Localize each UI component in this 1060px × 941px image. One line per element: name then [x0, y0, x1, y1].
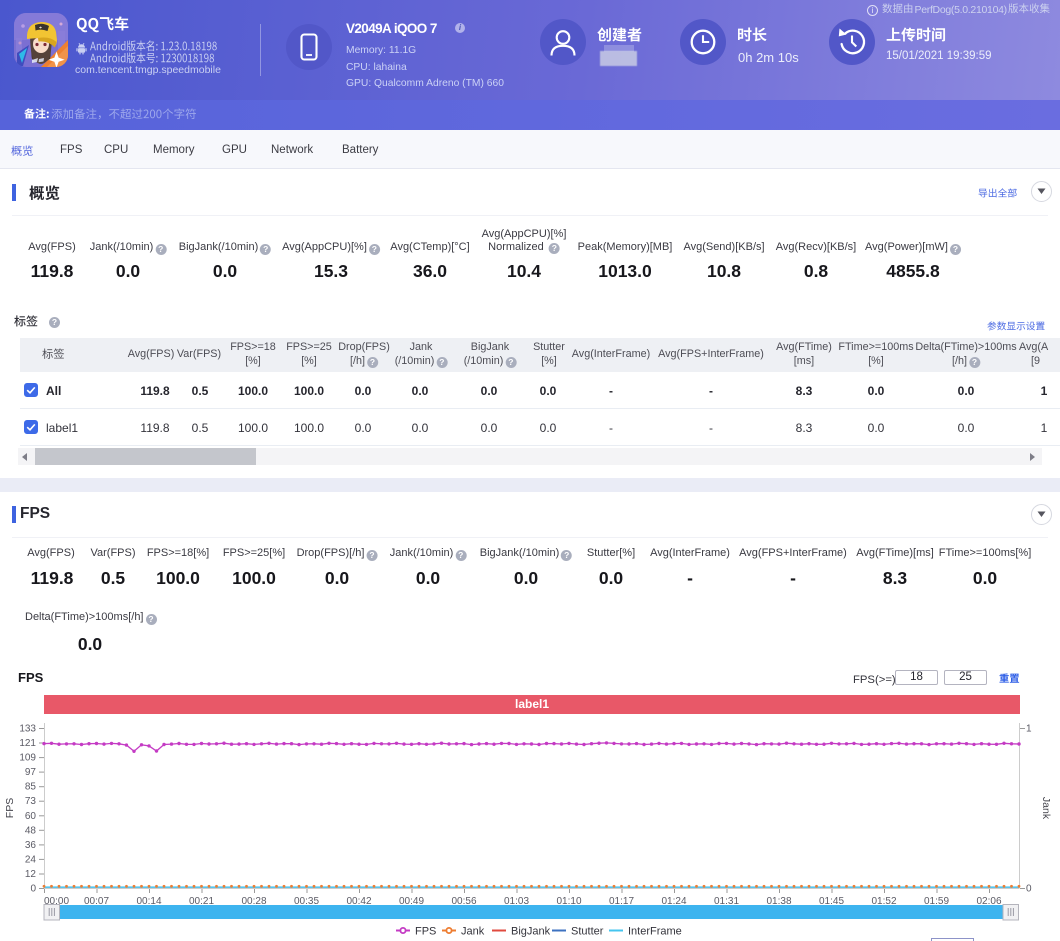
svg-text:0: 0: [1026, 884, 1032, 895]
svg-text:FPS: FPS: [415, 925, 436, 937]
svg-text:60: 60: [25, 811, 37, 822]
svg-text:133: 133: [19, 724, 36, 735]
svg-text:FPS: FPS: [4, 798, 16, 818]
svg-text:Jank: Jank: [461, 925, 485, 937]
svg-text:Jank: Jank: [1040, 797, 1052, 820]
svg-text:12: 12: [25, 869, 37, 880]
svg-text:0: 0: [30, 884, 36, 895]
svg-text:73: 73: [25, 796, 37, 807]
svg-text:85: 85: [25, 782, 37, 793]
svg-text:Stutter: Stutter: [571, 925, 604, 937]
svg-text:BigJank: BigJank: [511, 925, 551, 937]
svg-text:1: 1: [1026, 724, 1032, 735]
svg-text:48: 48: [25, 825, 37, 836]
svg-text:24: 24: [25, 854, 37, 865]
svg-text:97: 97: [25, 767, 37, 778]
svg-text:36: 36: [25, 840, 37, 851]
svg-text:InterFrame: InterFrame: [628, 925, 682, 937]
svg-text:121: 121: [19, 738, 36, 749]
svg-text:109: 109: [19, 753, 36, 764]
